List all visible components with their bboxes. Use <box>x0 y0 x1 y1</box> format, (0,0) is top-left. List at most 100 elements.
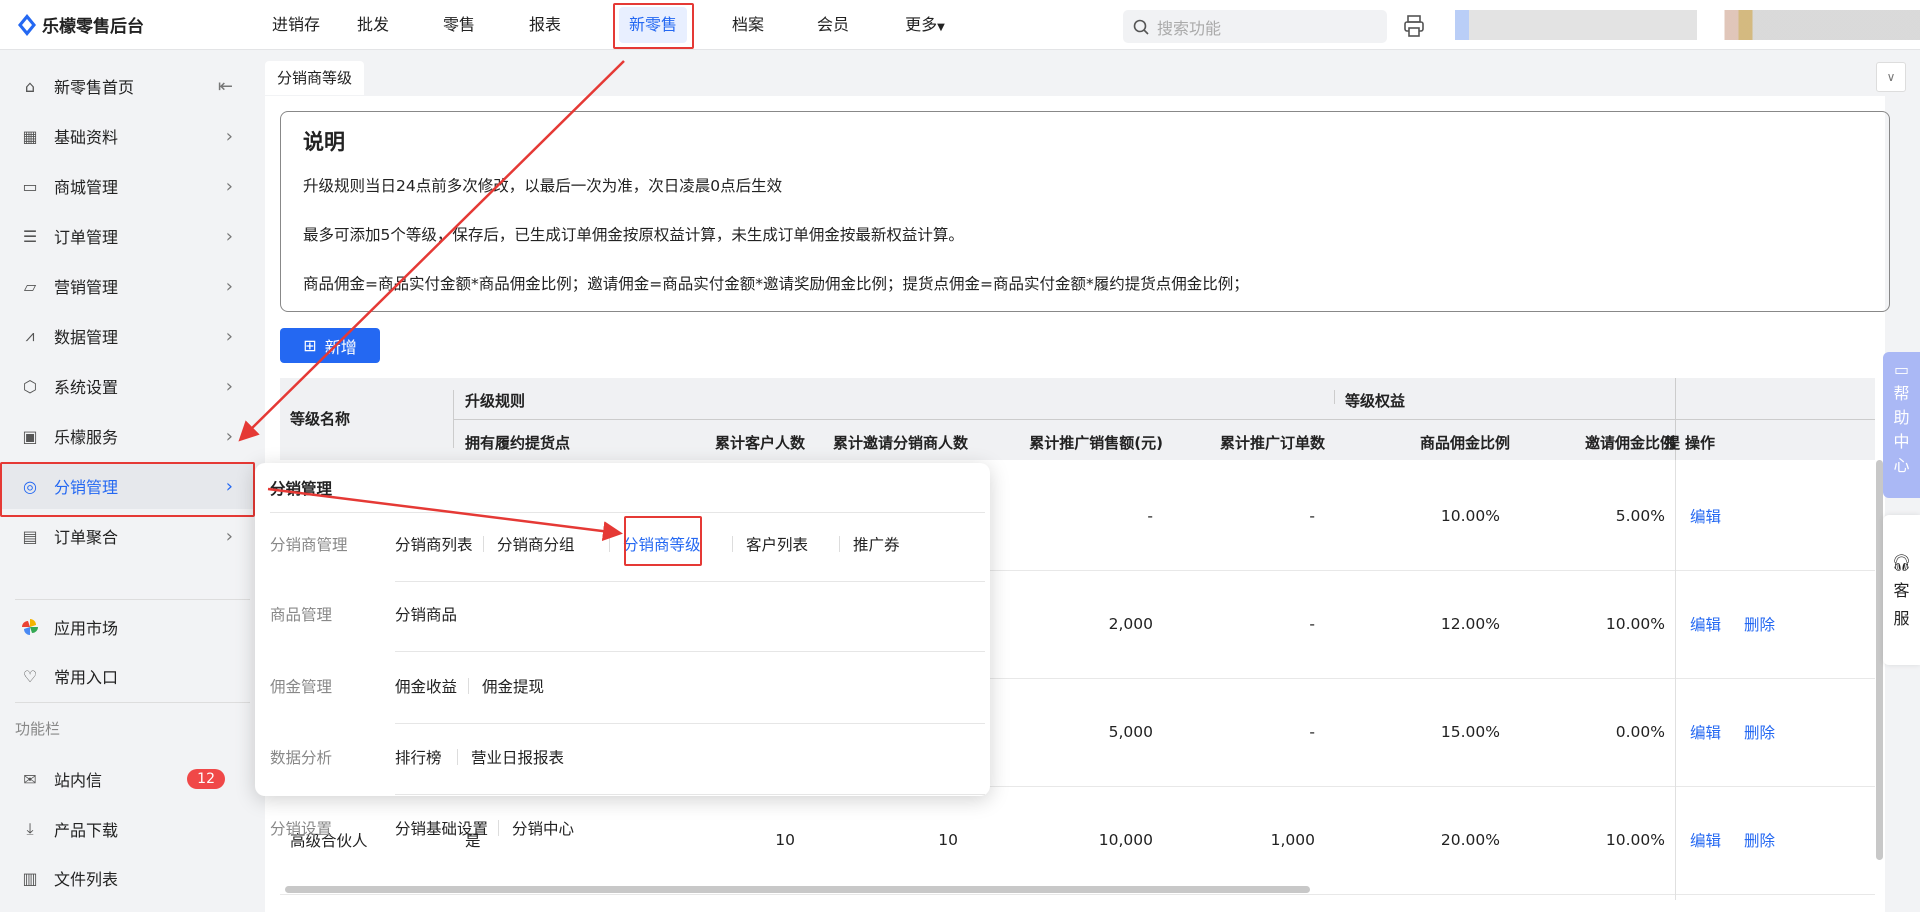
annotation-box <box>624 516 702 566</box>
cell-invites: 10 <box>938 831 958 849</box>
nav-huiyuan[interactable]: 会员 <box>817 0 849 50</box>
menu-item[interactable]: 分销商分组 <box>497 533 575 555</box>
annotation-box <box>0 462 255 517</box>
sidebar-item-label: 乐檬服务 <box>54 428 119 447</box>
edit-link[interactable]: 编辑 <box>1690 721 1721 743</box>
delete-link[interactable]: 删除 <box>1744 721 1775 743</box>
sidebar-item-home[interactable]: ⌂ 新零售首页 ⇤ <box>0 63 255 109</box>
customer-service-button[interactable]: 🎧︎ 客服 <box>1883 515 1920 665</box>
sidebar-item-messages[interactable]: ✉ 站内信 12 <box>0 756 255 802</box>
add-document-icon: ⊞ <box>303 336 317 355</box>
menu-item[interactable]: 分销商品 <box>395 603 457 625</box>
menu-item[interactable]: 分销商列表 <box>395 533 473 555</box>
top-header: 乐檬零售后台 进销存 批发 零售 报表 新零售 档案 会员 更多▼ 搜索功能 <box>0 0 1920 50</box>
menu-item[interactable]: 分销基础设置 <box>395 817 488 839</box>
delete-link[interactable]: 删除 <box>1744 829 1775 851</box>
sidebar-item-orders[interactable]: ☰ 订单管理 › <box>0 213 255 259</box>
service-char: 客 <box>1893 581 1910 600</box>
menu-item[interactable]: 推广券 <box>853 533 900 555</box>
nav-more-label: 更多 <box>905 15 938 34</box>
delete-link[interactable]: 删除 <box>1744 613 1775 635</box>
logo-icon <box>18 13 36 36</box>
home-icon: ⌂ <box>24 76 36 96</box>
logo[interactable]: 乐檬零售后台 <box>18 12 144 37</box>
service-char: 服 <box>1893 609 1910 628</box>
nav-dangan[interactable]: 档案 <box>732 0 764 50</box>
sidebar-item-label: 订单聚合 <box>54 528 119 547</box>
edit-link[interactable]: 编辑 <box>1690 613 1721 635</box>
header-level-benefits: 等级权益 <box>1345 392 1406 410</box>
chat-icon: ▭ <box>1893 360 1910 379</box>
nav-more[interactable]: 更多▼ <box>905 0 945 50</box>
sidebar-item-downloads[interactable]: ⤓ 产品下载 <box>0 806 255 852</box>
briefcase-icon: ▣ <box>22 426 38 446</box>
info-line: 商品佣金=商品实付金额*商品佣金比例；邀请佣金=商品实付金额*邀请奖励佣金比例；… <box>303 275 1249 293</box>
document-icon: ☰ <box>22 226 38 246</box>
menu-item[interactable]: 营业日报报表 <box>471 746 564 768</box>
sidebar-item-settings[interactable]: ⬡ 系统设置 › <box>0 363 255 409</box>
nav-jinxiaocun[interactable]: 进销存 <box>272 0 320 50</box>
cell-invite-rate: 0.00% <box>1615 723 1665 741</box>
sidebar-item-service[interactable]: ▣ 乐檬服务 › <box>0 413 255 459</box>
tab-dropdown-button[interactable]: ∨ <box>1876 62 1906 92</box>
cell-orders: - <box>1309 723 1315 741</box>
menu-item[interactable]: 佣金提现 <box>482 675 544 697</box>
file-list-icon: ▥ <box>22 868 38 888</box>
chevron-right-icon: › <box>225 125 233 147</box>
header-invite-commission: 邀请佣金比例 <box>1584 434 1675 452</box>
header-invites: 累计邀请分销商人数 <box>832 434 968 452</box>
sidebar-item-files[interactable]: ▥ 文件列表 <box>0 855 255 901</box>
collapse-icon[interactable]: ⇤ <box>218 76 233 97</box>
tab-distributor-level[interactable]: 分销商等级 <box>265 61 365 95</box>
app-market-icon <box>20 617 40 637</box>
sidebar-item-data[interactable]: ⩘ 数据管理 › <box>0 313 255 359</box>
chevron-down-icon: ∨ <box>1886 70 1896 84</box>
menu-group-label: 分销商管理 <box>270 536 348 554</box>
search-input[interactable]: 搜索功能 <box>1123 10 1387 43</box>
sidebar-item-favorites[interactable]: ♡ 常用入口 <box>0 653 255 699</box>
sidebar-item-label: 基础资料 <box>54 128 119 147</box>
sidebar-item-marketing[interactable]: ▱ 营销管理 › <box>0 263 255 309</box>
sidebar-item-mall[interactable]: ▭ 商城管理 › <box>0 163 255 209</box>
chevron-right-icon: › <box>225 175 233 197</box>
nav-lingshou[interactable]: 零售 <box>443 0 475 50</box>
sidebar-item-app-market[interactable]: 应用市场 <box>0 604 255 650</box>
menu-item[interactable]: 客户列表 <box>746 533 808 555</box>
header-actions: 操作 <box>1685 434 1716 452</box>
edit-link[interactable]: 编辑 <box>1690 829 1721 851</box>
sidebar-item-label: 数据管理 <box>54 328 119 347</box>
nav-baobiao[interactable]: 报表 <box>529 0 561 50</box>
mail-icon: ✉ <box>23 769 37 789</box>
chevron-right-icon: › <box>225 375 233 397</box>
cell-invite-rate: 5.00% <box>1615 507 1665 525</box>
menu-item[interactable]: 分销中心 <box>512 817 574 839</box>
header-goods-commission: 商品佣金比例 <box>1419 434 1510 452</box>
add-button[interactable]: ⊞ 新增 <box>280 328 380 363</box>
chevron-right-icon: › <box>225 525 233 547</box>
store-icon: ▭ <box>22 176 38 196</box>
sidebar-item-basic[interactable]: ▦ 基础资料 › <box>0 113 255 159</box>
sidebar-item-order-aggregate[interactable]: ▤ 订单聚合 › <box>0 513 255 559</box>
info-line: 最多可添加5个等级，保存后，已生成订单佣金按原权益计算，未生成订单佣金按最新权益… <box>303 226 964 244</box>
header-sales: 累计推广销售额(元) <box>1029 434 1163 452</box>
add-button-label: 新增 <box>324 337 357 357</box>
edit-link[interactable]: 编辑 <box>1690 505 1721 527</box>
sidebar: ⌂ 新零售首页 ⇤ ▦ 基础资料 › ▭ 商城管理 › ☰ 订单管理 › ▱ 营销管理 › ⩘ 数据管… <box>0 51 265 912</box>
vertical-scrollbar[interactable] <box>1876 460 1883 860</box>
search-icon <box>1133 19 1149 35</box>
printer-icon[interactable] <box>1403 14 1425 38</box>
table-header: 等级名称 升级规则 等级权益 拥有履约提货点 累计客户人数 累计邀请分销商人数 … <box>280 378 1875 460</box>
cell-sales: - <box>1147 507 1153 525</box>
horizontal-scrollbar[interactable] <box>285 886 1310 893</box>
user-info-blurred[interactable] <box>1455 10 1920 40</box>
help-char: 中 <box>1893 432 1910 451</box>
menu-item[interactable]: 排行榜 <box>395 746 442 768</box>
sidebar-item-label: 站内信 <box>54 771 103 790</box>
menu-item[interactable]: 佣金收益 <box>395 675 457 697</box>
sidebar-item-label: 订单管理 <box>54 228 119 247</box>
nav-pifa[interactable]: 批发 <box>357 0 389 50</box>
help-char: 帮 <box>1893 384 1910 403</box>
help-center-button[interactable]: ▭ 帮助中心 <box>1883 352 1920 498</box>
cell-customers: 10 <box>775 831 795 849</box>
sidebar-item-label: 商城管理 <box>54 178 119 197</box>
